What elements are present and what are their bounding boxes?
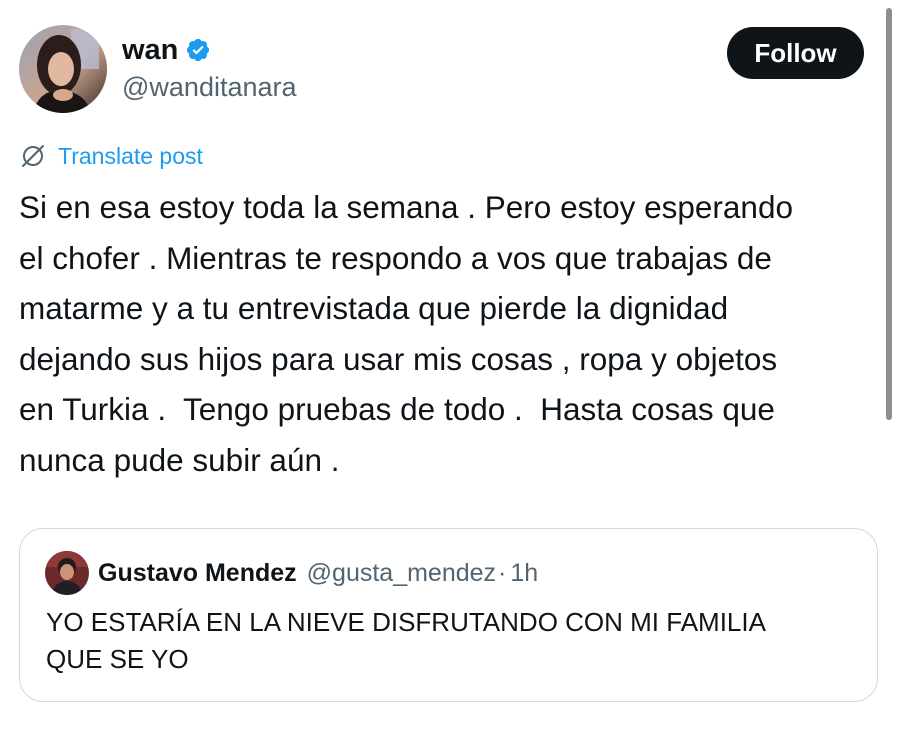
post-text: Si en esa estoy toda la semana . Pero es… [19, 189, 793, 478]
follow-button[interactable]: Follow [727, 27, 864, 79]
profile-photo-icon [45, 551, 89, 595]
scrollbar-thumb[interactable] [886, 8, 892, 420]
quoted-author-avatar[interactable] [45, 551, 89, 595]
quoted-meta-separator: · [498, 559, 507, 587]
translate-post-label[interactable]: Translate post [58, 141, 203, 171]
quoted-post-time[interactable]: 1h [510, 558, 538, 588]
quoted-post-header: Gustavo Mendez @gusta_mendez · 1h [98, 558, 538, 588]
translate-post-link[interactable]: Translate post [20, 141, 203, 171]
post: wan @wanditanara Follow Translate post S… [0, 0, 900, 734]
author-handle[interactable]: @wanditanara [122, 71, 297, 103]
verified-badge-icon [185, 37, 211, 63]
author-display-name[interactable]: wan [122, 33, 178, 67]
quoted-author-handle[interactable]: @gusta_mendez [307, 558, 496, 588]
profile-photo-icon [19, 25, 107, 113]
quoted-post-card[interactable]: Gustavo Mendez @gusta_mendez · 1h YO EST… [19, 528, 878, 702]
author-name-row[interactable]: wan [122, 33, 211, 67]
author-avatar[interactable] [19, 25, 107, 113]
translate-icon [20, 143, 46, 169]
quoted-author-name[interactable]: Gustavo Mendez [98, 558, 297, 588]
quoted-post-text: YO ESTARÍA EN LA NIEVE DISFRUTANDO CON M… [46, 607, 766, 674]
